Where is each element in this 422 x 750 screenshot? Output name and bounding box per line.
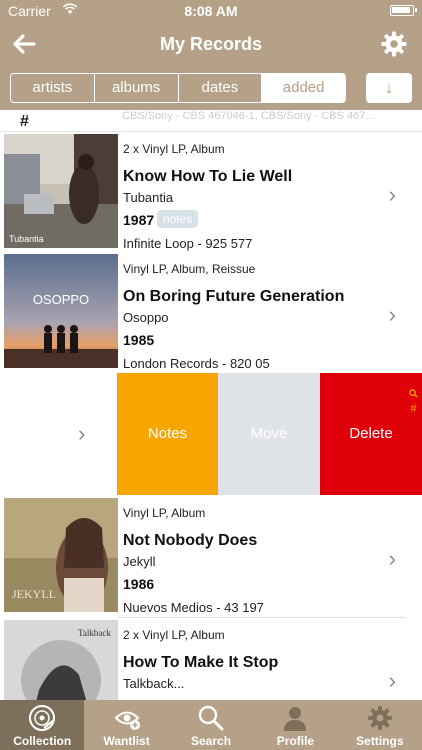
record-format: 2 x Vinyl LP, Album xyxy=(123,142,225,156)
page-title: My Records xyxy=(159,34,263,54)
record-title: On Boring Future Generation xyxy=(123,288,345,305)
record-format: Vinyl LP, Album, Reissue xyxy=(123,262,256,276)
sort-direction-button[interactable]: ↓ xyxy=(366,73,412,103)
sort-segmented-control: artists albums dates added xyxy=(10,73,346,103)
swiped-list-item[interactable]: › Notes Move Delete xyxy=(0,373,422,495)
record-artist: Tubantia xyxy=(123,190,174,205)
gear-icon xyxy=(367,706,392,730)
chevron-right-icon[interactable]: › xyxy=(78,421,85,447)
chevron-right-icon[interactable]: › xyxy=(389,546,396,572)
tab-label: Search xyxy=(191,734,232,748)
record-format: 2 x Vinyl LP, Album xyxy=(123,628,225,642)
tab-bar: Collection Wantlist Search Profile Setti… xyxy=(0,700,422,750)
record-label: London Records - 820 05 xyxy=(123,356,270,371)
index-hash[interactable]: # xyxy=(409,402,418,416)
record-title: Not Nobody Does xyxy=(123,532,258,549)
status-bar: Carrier 8:08 AM xyxy=(0,0,422,22)
tab-wantlist[interactable]: Wantlist xyxy=(84,700,168,750)
cover-text: Tubantia xyxy=(9,234,44,244)
record-year: 1986 xyxy=(123,576,155,592)
record-title: Know How To Lie Well xyxy=(123,168,293,185)
list-item[interactable]: JEKYLL Vinyl LP, Album Not Nobody Does J… xyxy=(0,496,422,618)
record-label: Infinite Loop - 925 577 xyxy=(123,236,253,251)
album-cover: OSOPPO xyxy=(4,254,118,368)
segment-artists[interactable]: artists xyxy=(11,74,95,102)
segment-dates[interactable]: dates xyxy=(179,74,263,102)
record-artist: Talkback... xyxy=(123,676,185,691)
clock: 8:08 AM xyxy=(184,3,238,19)
magnifier-icon xyxy=(198,705,224,731)
record-format: Vinyl LP, Album xyxy=(123,506,206,520)
cover-text: OSOPPO xyxy=(33,292,89,307)
record-year: 1987 xyxy=(123,212,155,228)
album-cover: Tubantia xyxy=(4,134,118,248)
segment-albums[interactable]: albums xyxy=(95,74,179,102)
tab-label: Settings xyxy=(356,734,404,748)
nav-bar: My Records xyxy=(0,22,422,70)
search-index-icon[interactable] xyxy=(409,389,418,398)
tab-collection[interactable]: Collection xyxy=(0,700,85,750)
record-label: Nuevos Medios - 43 197 xyxy=(123,600,264,615)
record-title: How To Make It Stop xyxy=(123,654,279,671)
delete-action-button[interactable]: Delete xyxy=(320,373,422,495)
record-artist: Jekyll xyxy=(123,554,156,569)
gear-icon[interactable] xyxy=(380,30,408,58)
list-item[interactable]: OSOPPO Vinyl LP, Album, Reissue On Borin… xyxy=(0,252,422,374)
notes-action-button[interactable]: Notes xyxy=(117,373,218,495)
tab-label: Profile xyxy=(276,734,315,748)
tab-label: Collection xyxy=(13,734,72,748)
battery-icon xyxy=(390,5,417,16)
list-item[interactable]: Tubantia 2 x Vinyl LP, Album Know How To… xyxy=(0,132,422,254)
section-index[interactable]: # xyxy=(409,388,418,416)
section-header-label: # xyxy=(20,113,29,130)
record-year: 1985 xyxy=(123,332,155,348)
section-header: CBS/Sony - CBS 467046-1, CBS/Sony - CBS … xyxy=(0,110,422,132)
person-icon xyxy=(284,707,307,731)
notes-badge: notes xyxy=(157,210,199,228)
tab-settings[interactable]: Settings xyxy=(338,700,422,750)
segment-added[interactable]: added xyxy=(262,74,345,102)
chevron-right-icon[interactable]: › xyxy=(389,668,396,694)
record-icon xyxy=(29,705,56,731)
tab-profile[interactable]: Profile xyxy=(253,700,337,750)
cover-text: JEKYLL xyxy=(12,587,56,601)
tab-search[interactable]: Search xyxy=(169,700,253,750)
tab-label: Wantlist xyxy=(103,734,150,748)
eye-plus-icon xyxy=(114,711,140,730)
sort-segment-bar: artists albums dates added ↓ xyxy=(0,70,422,110)
cover-text: Talkback xyxy=(78,628,111,638)
move-action-button[interactable]: Move xyxy=(218,373,320,495)
record-artist: Osoppo xyxy=(123,310,169,325)
chevron-right-icon[interactable]: › xyxy=(389,182,396,208)
chevron-right-icon[interactable]: › xyxy=(389,302,396,328)
album-cover: JEKYLL xyxy=(4,498,118,612)
ghost-text: CBS/Sony - CBS 467046-1, CBS/Sony - CBS … xyxy=(122,110,375,122)
